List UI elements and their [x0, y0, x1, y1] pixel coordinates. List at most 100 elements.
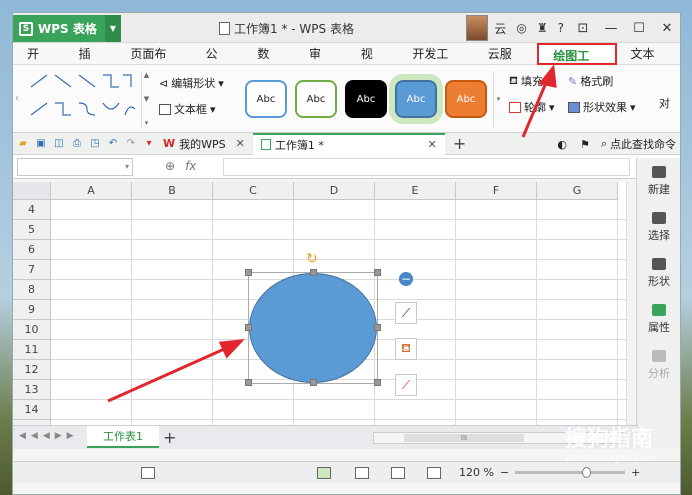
resize-handle[interactable] — [310, 379, 317, 386]
help-icon[interactable]: ? — [554, 21, 568, 35]
command-search[interactable]: ◐ ⚑ ⌕ 点此查找命令 — [557, 136, 676, 152]
add-sheet-button[interactable]: + — [163, 428, 176, 447]
align-button[interactable]: 对 — [659, 95, 670, 111]
tab-home[interactable]: 开始 — [13, 43, 65, 83]
resize-handle[interactable] — [374, 379, 381, 386]
row-header[interactable]: 7 — [13, 260, 51, 280]
undo-icon[interactable]: ↶ — [107, 138, 119, 150]
tab-page-layout[interactable]: 页面布局 — [116, 43, 191, 83]
tab-developer[interactable]: 开发工具 — [398, 43, 473, 83]
zoom-out-icon[interactable]: − — [500, 466, 509, 479]
zoom-search-icon[interactable]: ⊕ — [165, 159, 175, 173]
flag-icon[interactable]: ⚑ — [580, 138, 590, 151]
side-select[interactable]: 选择 — [637, 204, 680, 250]
tab-drawing-tools[interactable]: 绘图工具 — [537, 42, 617, 85]
zoom-slider-knob[interactable] — [581, 467, 591, 478]
resize-handle[interactable] — [374, 324, 381, 331]
text-box-button[interactable]: 文本框 ▾ — [159, 101, 216, 117]
outline-button[interactable]: 轮廓 ▾ — [509, 99, 555, 115]
row-header[interactable]: 14 — [13, 400, 51, 420]
rotate-handle-icon[interactable]: ↻ — [306, 251, 318, 267]
resize-handle[interactable] — [245, 269, 252, 276]
chevron-down-icon[interactable]: ▼ — [105, 15, 121, 42]
ellipse-fill[interactable] — [249, 273, 377, 383]
fill-button[interactable]: ⛾ 填充 — [509, 73, 543, 89]
shape-effects-button[interactable]: 形状效果 ▾ — [568, 99, 636, 115]
user-name[interactable]: 云 — [490, 20, 510, 37]
close-button[interactable]: ✕ — [654, 21, 680, 36]
tab-insert[interactable]: 插入 — [65, 43, 117, 83]
column-header[interactable]: C — [213, 182, 294, 200]
zoom-level[interactable]: 120 % — [459, 466, 494, 479]
formula-input[interactable] — [223, 158, 630, 176]
name-box[interactable]: ▾ — [17, 158, 133, 176]
tab-cloud[interactable]: 云服务 — [474, 43, 538, 83]
chevron-left-icon[interactable]: ‹ — [15, 93, 19, 104]
line-color-tool-icon[interactable]: ⟋ — [395, 374, 417, 396]
save-icon[interactable]: ▣ — [35, 138, 47, 150]
tab-workbook[interactable]: 工作簿1 * ✕ — [252, 132, 445, 155]
shirt-icon[interactable]: ♜ — [533, 21, 552, 35]
row-header[interactable]: 8 — [13, 280, 51, 300]
row-header[interactable]: 4 — [13, 200, 51, 220]
format-painter-button[interactable]: ✎ 格式刷 — [568, 73, 613, 89]
line-shape-gallery[interactable] — [25, 71, 141, 127]
resize-handle[interactable] — [245, 324, 252, 331]
sheet-nav-arrows[interactable]: ◀◀◀▶▶ — [19, 431, 79, 441]
reading-view-icon[interactable] — [427, 467, 441, 479]
redo-icon[interactable]: ↷ — [125, 138, 137, 150]
tab-text-tools[interactable]: 文本工 — [617, 43, 680, 83]
maximize-button[interactable]: ☐ — [626, 21, 652, 36]
collapse-icon[interactable]: − — [399, 272, 413, 286]
resize-handle[interactable] — [374, 269, 381, 276]
vertical-scrollbar[interactable] — [626, 182, 636, 425]
row-header[interactable]: 10 — [13, 320, 51, 340]
row-header[interactable]: 5 — [13, 220, 51, 240]
export-pdf-icon[interactable]: ◫ — [53, 138, 65, 150]
page-layout-view-icon[interactable] — [355, 467, 369, 479]
fill-bucket-tool-icon[interactable]: ⛾ — [395, 338, 417, 360]
side-new[interactable]: 新建 — [637, 158, 680, 204]
avatar[interactable] — [466, 15, 489, 41]
tab-review[interactable]: 审阅 — [295, 43, 347, 83]
normal-view-icon[interactable] — [317, 467, 331, 479]
ellipse-shape[interactable]: ↻ — [245, 251, 381, 386]
side-shape[interactable]: 形状 — [637, 250, 680, 296]
row-header[interactable]: 12 — [13, 360, 51, 380]
resize-handle[interactable] — [245, 379, 252, 386]
column-header[interactable]: E — [375, 182, 456, 200]
shape-outline-tool-icon[interactable]: ⟋ — [395, 302, 417, 324]
shape-style-4[interactable]: Abc — [389, 74, 443, 124]
column-header[interactable]: A — [51, 182, 132, 200]
shape-style-2[interactable]: Abc — [295, 80, 337, 118]
resize-handle[interactable] — [310, 269, 317, 276]
app-menu-button[interactable]: S WPS 表格 ▼ — [13, 15, 121, 42]
open-folder-icon[interactable]: ▰ — [17, 138, 29, 150]
select-all-corner[interactable] — [13, 182, 51, 200]
print-preview-icon[interactable]: ◳ — [89, 138, 101, 150]
shape-style-1[interactable]: Abc — [245, 80, 287, 118]
column-header[interactable]: B — [132, 182, 213, 200]
row-header[interactable]: 11 — [13, 340, 51, 360]
customize-icon[interactable]: ▾ — [143, 138, 155, 150]
print-icon[interactable]: ⎙ — [71, 138, 83, 150]
edit-shape-button[interactable]: ⊲ 编辑形状 ▾ — [159, 75, 224, 91]
page-break-view-icon[interactable] — [391, 467, 405, 479]
skin-icon[interactable]: ◎ — [512, 21, 530, 35]
restore-icon[interactable]: ⊡ — [570, 21, 596, 36]
scroll-thumb[interactable]: III — [404, 434, 524, 442]
shape-style-5[interactable]: Abc — [445, 80, 487, 118]
sheet-tab-1[interactable]: 工作表1 — [87, 426, 159, 448]
close-icon[interactable]: ✕ — [428, 138, 437, 151]
row-header[interactable]: 9 — [13, 300, 51, 320]
column-header[interactable]: F — [456, 182, 537, 200]
row-header[interactable]: 6 — [13, 240, 51, 260]
side-properties[interactable]: 属性 — [637, 296, 680, 342]
new-tab-button[interactable]: + — [453, 134, 466, 153]
skin-small-icon[interactable]: ◐ — [557, 138, 567, 151]
tab-data[interactable]: 数据 — [243, 43, 295, 83]
tab-view[interactable]: 视图 — [347, 43, 399, 83]
tab-formula[interactable]: 公式 — [192, 43, 244, 83]
minimize-button[interactable]: — — [598, 21, 624, 36]
column-header[interactable]: D — [294, 182, 375, 200]
